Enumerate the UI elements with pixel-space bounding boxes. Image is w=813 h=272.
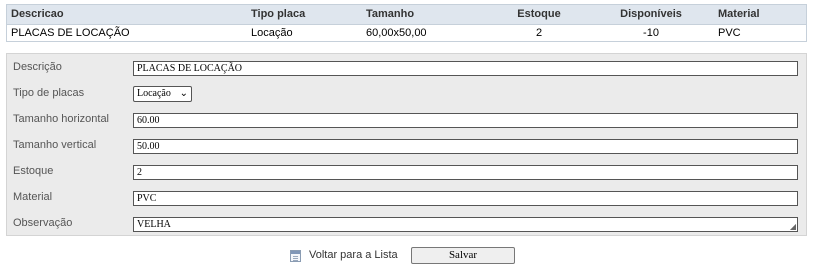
descricao-label: Descrição [13,61,62,73]
summary-table: Descricao Tipo placa Tamanho Estoque Dis… [6,4,807,42]
header-tipo-placa[interactable]: Tipo placa [251,5,305,24]
cell-estoque: 2 [535,27,543,39]
estoque-field[interactable]: 2 [133,165,798,180]
header-material[interactable]: Material [718,5,760,24]
observacao-textarea[interactable]: VELHA ◢ [133,217,798,232]
table-row[interactable]: PLACAS DE LOCAÇÃO Locação 60,00x50,00 2 … [7,24,806,42]
cell-tipo-placa: Locação [251,27,293,39]
tipo-select-value: Locação [137,88,171,99]
header-descricao[interactable]: Descricao [11,5,64,24]
tamanho-vertical-label: Tamanho vertical [13,139,97,151]
tamanho-vertical-field[interactable]: 50.00 [133,139,798,154]
table-header: Descricao Tipo placa Tamanho Estoque Dis… [7,5,806,25]
cell-disponiveis: -10 [643,27,659,39]
back-to-list-link[interactable]: Voltar para a Lista [309,249,398,262]
estoque-label: Estoque [13,165,54,177]
material-label: Material [13,191,53,203]
tamanho-horizontal-label: Tamanho horizontal [13,113,110,125]
tamanho-horizontal-field[interactable]: 60.00 [133,113,798,128]
tipo-select[interactable]: Locação ⌄ [133,86,192,102]
list-icon[interactable] [290,250,301,262]
resize-grip-icon[interactable]: ◢ [790,223,796,231]
cell-material: PVC [718,27,741,39]
header-disponiveis[interactable]: Disponíveis [612,5,690,24]
header-estoque[interactable]: Estoque [507,5,571,24]
header-tamanho[interactable]: Tamanho [366,5,414,24]
tipo-label: Tipo de placas [13,87,85,99]
observacao-label: Observação [13,217,73,229]
cell-tamanho: 60,00x50,00 [366,27,427,39]
descricao-field[interactable]: PLACAS DE LOCAÇÃO [133,61,798,76]
cell-descricao: PLACAS DE LOCAÇÃO [11,27,130,39]
edit-form: Descrição PLACAS DE LOCAÇÃO Tipo de plac… [6,53,807,236]
chevron-down-icon: ⌄ [179,88,188,99]
save-button[interactable]: Salvar [411,247,515,264]
material-field[interactable]: PVC [133,191,798,206]
observacao-value: VELHA [137,219,171,230]
